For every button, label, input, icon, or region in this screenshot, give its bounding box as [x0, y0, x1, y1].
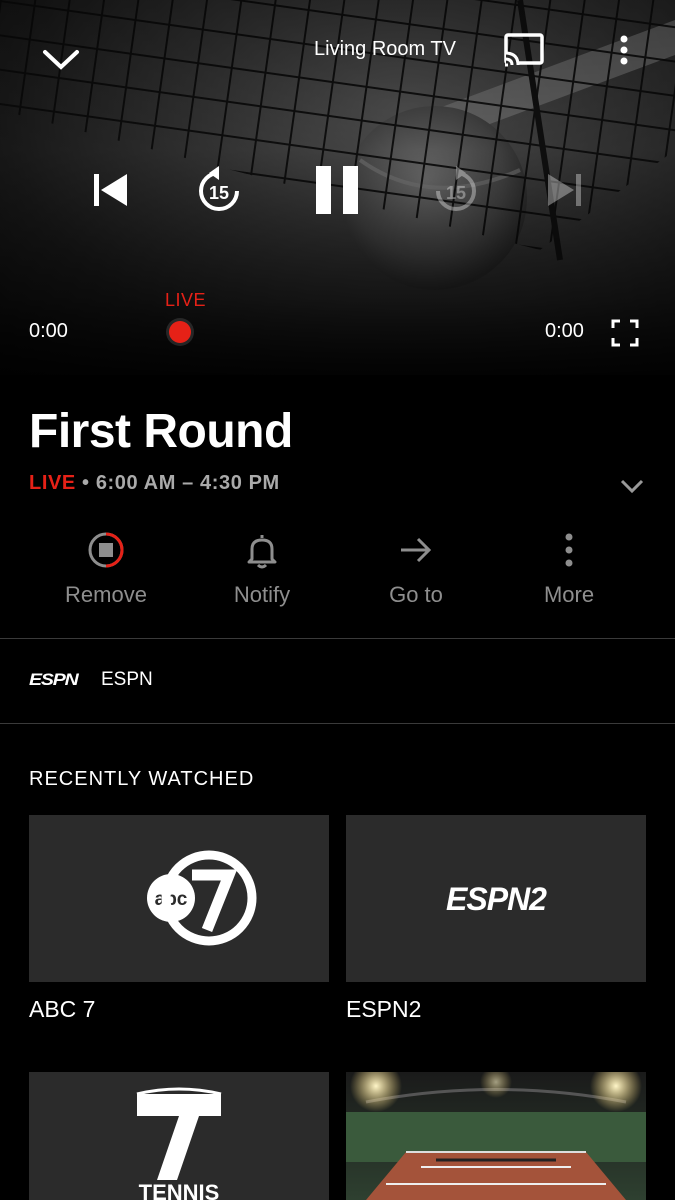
tennis-channel-tile[interactable]: TENNIS	[29, 1072, 329, 1200]
forward-seconds-label: 15	[446, 183, 466, 203]
next-button[interactable]	[545, 171, 583, 214]
cast-icon	[504, 33, 544, 67]
remove-button[interactable]: Remove	[31, 530, 181, 608]
cast-button[interactable]	[502, 31, 546, 74]
bell-icon	[247, 535, 277, 569]
replay-15-icon: 15	[199, 166, 239, 211]
program-title: First Round	[29, 405, 293, 458]
svg-text:TENNIS: TENNIS	[139, 1180, 220, 1200]
rewind-15-button[interactable]: 15	[194, 166, 244, 221]
divider	[0, 723, 675, 724]
espn2-label: ESPN2	[346, 996, 422, 1022]
collapse-button[interactable]	[40, 42, 82, 81]
expand-details-button[interactable]	[618, 475, 646, 502]
notify-button[interactable]: Notify	[187, 530, 337, 608]
video-player[interactable]: Living Room TV 15 15 LIVE 0:00 0:00	[0, 0, 675, 375]
pause-button[interactable]	[313, 164, 361, 221]
recently-watched-heading: RECENTLY WATCHED	[29, 768, 255, 790]
skip-previous-icon	[94, 174, 127, 206]
program-time-range: 6:00 AM – 4:30 PM	[95, 472, 280, 494]
espn2-tile[interactable]: ESPN2	[346, 815, 646, 982]
pause-icon	[316, 166, 358, 214]
scrubber-dot	[169, 321, 191, 343]
espn-logo: ESPN	[29, 670, 79, 689]
live-badge: LIVE	[29, 472, 76, 494]
live-indicator-label: LIVE	[165, 290, 207, 310]
current-time: 0:00	[29, 320, 68, 342]
espn2-logo: ESPN2	[446, 881, 548, 917]
overflow-menu-button[interactable]	[613, 34, 635, 73]
chevron-down-icon	[620, 479, 644, 494]
tennis-channel-logo: TENNIS	[136, 1087, 222, 1200]
stadium-thumbnail-tile[interactable]	[346, 1072, 646, 1200]
more-label: More	[543, 582, 595, 607]
previous-button[interactable]	[92, 171, 130, 214]
more-vert-icon	[620, 35, 628, 65]
rewind-seconds-label: 15	[209, 183, 229, 203]
skip-next-icon	[548, 174, 581, 206]
cast-device-label[interactable]: Living Room TV	[314, 38, 456, 61]
fullscreen-icon	[611, 319, 639, 347]
arrow-right-icon	[401, 537, 432, 563]
abc7-label: ABC 7	[29, 996, 96, 1022]
forward-15-icon: 15	[436, 166, 476, 211]
stop-record-icon	[88, 532, 124, 568]
remove-label: Remove	[65, 582, 147, 607]
go-to-label: Go to	[389, 582, 443, 607]
program-subtitle: LIVE • 6:00 AM – 4:30 PM	[29, 472, 280, 495]
go-to-button[interactable]: Go to	[341, 530, 491, 608]
svg-text:ESPN2: ESPN2	[446, 881, 547, 917]
scrubber-handle[interactable]	[166, 318, 194, 346]
channel-name: ESPN	[101, 669, 153, 690]
notify-label: Notify	[233, 582, 291, 607]
chevron-down-icon	[43, 50, 79, 70]
more-button[interactable]: More	[494, 530, 644, 608]
abc7-tile[interactable]: abc	[29, 815, 329, 982]
tennis-stadium-image	[346, 1072, 646, 1200]
channel-row[interactable]: ESPN ESPN	[0, 639, 675, 723]
end-time: 0:00	[545, 320, 584, 342]
separator-dot: •	[82, 472, 90, 494]
more-vert-icon	[565, 533, 573, 567]
abc7-logo: abc	[147, 850, 257, 946]
forward-15-button[interactable]: 15	[431, 166, 481, 221]
fullscreen-button[interactable]	[611, 319, 639, 352]
